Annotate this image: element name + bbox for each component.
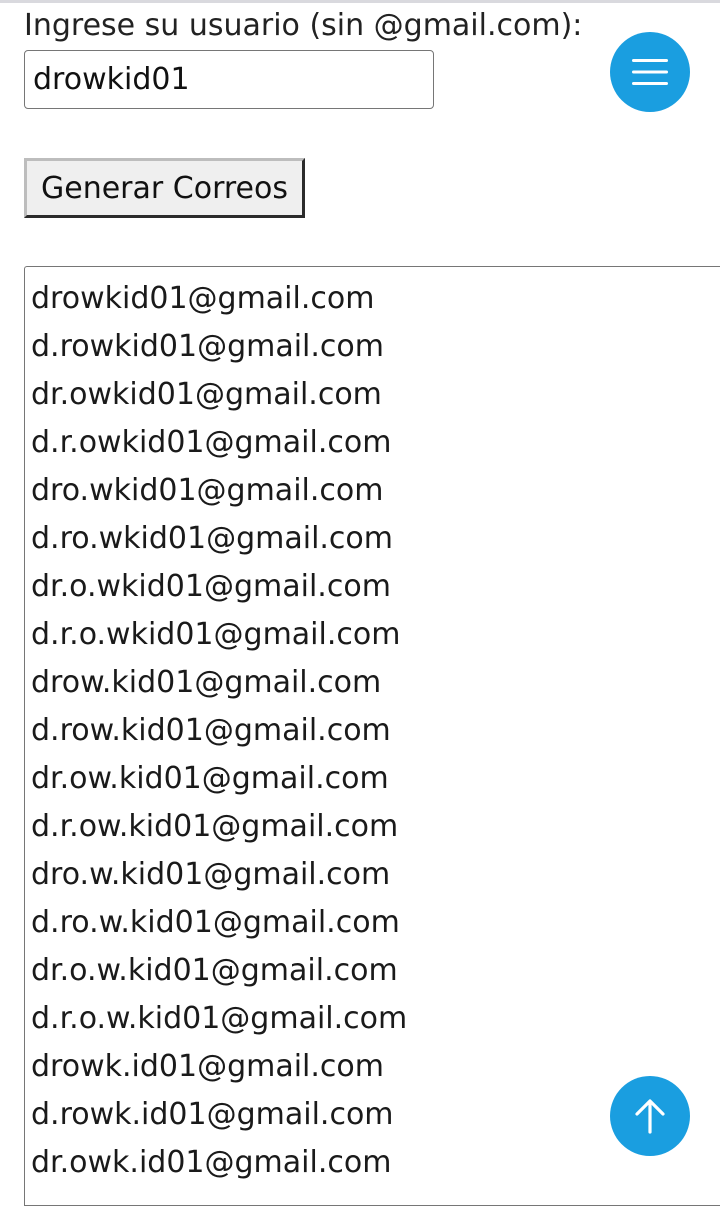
email-list-item: dr.o.wkid01@gmail.com — [31, 569, 391, 604]
email-list-item: d.r.owkid01@gmail.com — [31, 425, 392, 460]
email-list-item: d.r.o.wkid01@gmail.com — [31, 617, 401, 652]
arrow-up-icon — [635, 1099, 665, 1134]
email-list-item: dr.owkid01@gmail.com — [31, 377, 382, 412]
email-list: drowkid01@gmail.com d.rowkid01@gmail.com d… — [25, 267, 720, 1187]
menu-button[interactable] — [610, 32, 690, 112]
hamburger-menu-icon — [632, 59, 668, 85]
email-list-item: d.r.o.w.kid01@gmail.com — [31, 1001, 408, 1036]
email-list-item: d.rowkid01@gmail.com — [31, 329, 384, 364]
email-list-item: d.ro.w.kid01@gmail.com — [31, 905, 400, 940]
email-results-box[interactable]: drowkid01@gmail.com d.rowkid01@gmail.com d… — [24, 266, 720, 1206]
scroll-to-top-button[interactable] — [610, 1076, 690, 1156]
email-list-item: d.row.kid01@gmail.com — [31, 713, 391, 748]
email-list-item: dr.o.w.kid01@gmail.com — [31, 953, 398, 988]
email-list-item: d.r.ow.kid01@gmail.com — [31, 809, 399, 844]
email-list-item: dr.owk.id01@gmail.com — [31, 1145, 392, 1180]
email-list-item: dro.wkid01@gmail.com — [31, 473, 384, 508]
email-list-item: dr.ow.kid01@gmail.com — [31, 761, 389, 796]
username-input[interactable] — [24, 50, 434, 109]
email-list-item: dro.w.kid01@gmail.com — [31, 857, 391, 892]
email-list-item: d.ro.wkid01@gmail.com — [31, 521, 394, 556]
username-label: Ingrese su usuario (sin @gmail.com): — [24, 8, 583, 43]
email-list-item: drowk.id01@gmail.com — [31, 1049, 384, 1084]
top-edge-bar — [0, 0, 720, 3]
email-list-item: drowkid01@gmail.com — [31, 281, 375, 316]
email-list-item: drow.kid01@gmail.com — [31, 665, 382, 700]
generate-emails-button[interactable]: Generar Correos — [24, 158, 305, 218]
